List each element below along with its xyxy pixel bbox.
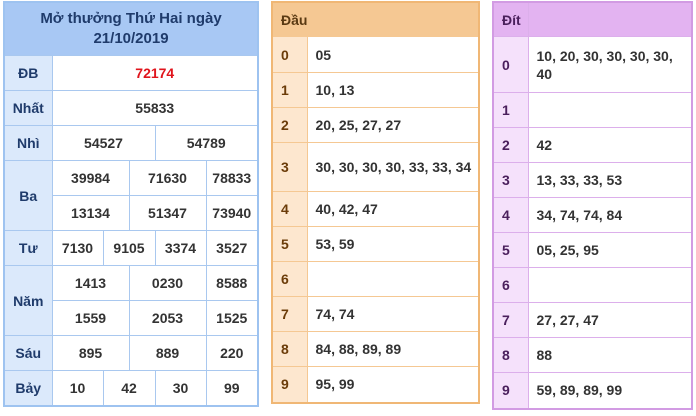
dau-key: 7: [271, 296, 308, 332]
dit-value: 34, 74, 74, 84: [527, 197, 693, 233]
prize-label-ba: Ba: [3, 160, 53, 231]
dit-value: 10, 20, 30, 30, 30, 30, 40: [527, 36, 693, 93]
prize-label-tu: Tư: [3, 230, 53, 266]
dit-key: 8: [492, 337, 529, 373]
dit-value: 88: [527, 337, 693, 373]
dit-value: 59, 89, 89, 99: [527, 372, 693, 409]
dit-key: 9: [492, 372, 529, 409]
dau-header-empty: [306, 1, 480, 37]
dit-value: 42: [527, 127, 693, 163]
lottery-result-table: Mở thưởng Thứ Hai ngày 21/10/2019 ĐB 721…: [3, 1, 260, 407]
prize-nam-value: 1525: [205, 300, 259, 336]
prize-label-bay: Bảy: [3, 370, 53, 406]
dau-value: 53, 59: [306, 226, 480, 262]
prize-tu-value: 7130: [51, 230, 104, 266]
prize-nhi-value: 54527: [51, 125, 156, 161]
dit-value: 05, 25, 95: [527, 232, 693, 268]
prize-nhat-value: 55833: [51, 90, 259, 126]
dau-key: 2: [271, 107, 308, 143]
prize-bay-value: 99: [205, 370, 259, 406]
prize-label-db: ĐB: [3, 55, 53, 91]
prize-db-value: 72174: [51, 55, 259, 91]
dau-key: 1: [271, 72, 308, 108]
result-title-text: Mở thưởng Thứ Hai ngày: [40, 10, 222, 27]
prize-nam-value: 2053: [128, 300, 207, 336]
result-date: 21/10/2019: [93, 30, 169, 47]
prize-nhi-value: 54789: [154, 125, 259, 161]
dau-header: Đầu: [271, 1, 308, 37]
prize-sau-value: 889: [128, 335, 207, 371]
dau-key: 3: [271, 142, 308, 192]
dit-value: 13, 33, 33, 53: [527, 162, 693, 198]
dau-value: 40, 42, 47: [306, 191, 480, 227]
dit-value: 27, 27, 47: [527, 302, 693, 338]
prize-nam-value: 0230: [128, 265, 207, 301]
prize-tu-value: 9105: [102, 230, 156, 266]
dit-key: 2: [492, 127, 529, 163]
dit-key: 4: [492, 197, 529, 233]
prize-ba-value: 71630: [128, 160, 207, 196]
dau-value: 95, 99: [306, 366, 480, 403]
prize-ba-value: 78833: [205, 160, 259, 196]
dit-value: [527, 92, 693, 128]
dau-value: 20, 25, 27, 27: [306, 107, 480, 143]
dau-key: 6: [271, 261, 308, 297]
dau-key: 0: [271, 36, 308, 73]
prize-sau-value: 895: [51, 335, 130, 371]
dau-key: 5: [271, 226, 308, 262]
prize-bay-value: 10: [51, 370, 104, 406]
dau-value: [306, 261, 480, 297]
dau-value: 84, 88, 89, 89: [306, 331, 480, 367]
prize-label-nhi: Nhì: [3, 125, 53, 161]
prize-label-sau: Sáu: [3, 335, 53, 371]
prize-nam-value: 1559: [51, 300, 130, 336]
prize-tu-value: 3374: [154, 230, 207, 266]
prize-nam-value: 1413: [51, 265, 130, 301]
dit-key: 5: [492, 232, 529, 268]
result-title: Mở thưởng Thứ Hai ngày 21/10/2019: [3, 1, 259, 56]
dau-value: 74, 74: [306, 296, 480, 332]
dit-key: 6: [492, 267, 529, 303]
prize-nam-value: 8588: [205, 265, 259, 301]
dit-key: 0: [492, 36, 529, 93]
prize-bay-value: 30: [154, 370, 207, 406]
prize-ba-value: 13134: [51, 195, 130, 231]
prize-sau-value: 220: [205, 335, 259, 371]
dit-key: 3: [492, 162, 529, 198]
prize-tu-value: 3527: [205, 230, 259, 266]
dau-key: 8: [271, 331, 308, 367]
dit-key: 7: [492, 302, 529, 338]
dau-key: 4: [271, 191, 308, 227]
prize-ba-value: 73940: [205, 195, 259, 231]
dit-header-empty: [527, 1, 693, 37]
dit-value: [527, 267, 693, 303]
prize-ba-value: 51347: [128, 195, 207, 231]
dau-key: 9: [271, 366, 308, 403]
dau-value: 10, 13: [306, 72, 480, 108]
prize-label-nhat: Nhất: [3, 90, 53, 126]
prize-label-nam: Năm: [3, 265, 53, 336]
dit-header: Đít: [492, 1, 529, 37]
dit-table: Đít 0 10, 20, 30, 30, 30, 30, 40 1 2 42 31…: [492, 1, 693, 410]
dau-table: Đầu 0 05 1 10, 13 2 20, 25, 27, 27 3 30, 30,…: [271, 1, 480, 404]
dit-key: 1: [492, 92, 529, 128]
dau-value: 30, 30, 30, 30, 33, 33, 34: [306, 142, 480, 192]
prize-bay-value: 42: [102, 370, 156, 406]
dau-value: 05: [306, 36, 480, 73]
prize-ba-value: 39984: [51, 160, 130, 196]
